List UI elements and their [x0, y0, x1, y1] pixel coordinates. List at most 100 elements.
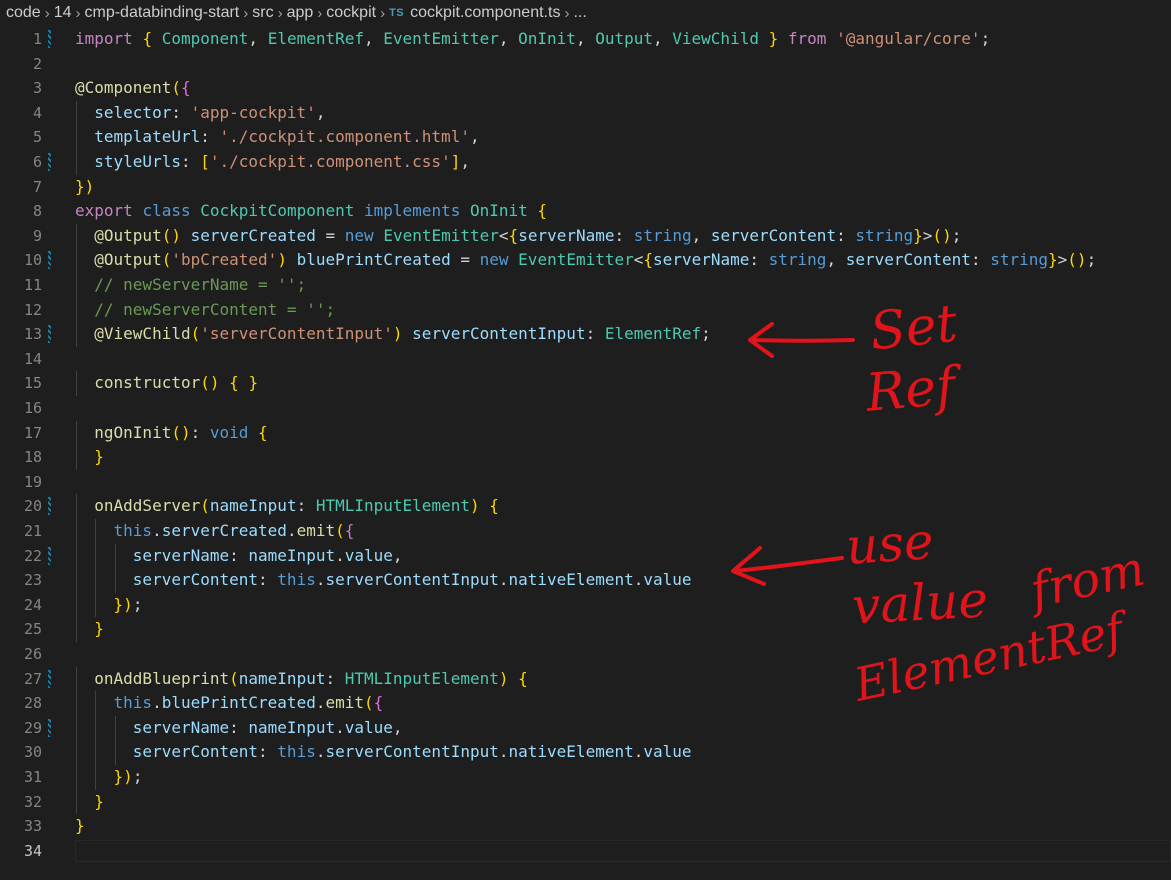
- modified-line-indicator[interactable]: [48, 669, 51, 688]
- code-text[interactable]: @Output('bpCreated') bluePrintCreated = …: [75, 248, 1096, 273]
- modified-line-indicator[interactable]: [48, 546, 51, 565]
- modified-line-indicator[interactable]: [48, 153, 51, 171]
- breadcrumb-item-project[interactable]: cmp-databinding-start: [85, 4, 240, 22]
- code-line[interactable]: 9 @Output() serverCreated = new EventEmi…: [0, 223, 1171, 249]
- code-line[interactable]: 33}: [0, 814, 1171, 839]
- code-text[interactable]: @Output() serverCreated = new EventEmitt…: [75, 224, 961, 249]
- code-text[interactable]: styleUrls: ['./cockpit.component.css'],: [75, 150, 470, 175]
- modified-line-indicator[interactable]: [48, 30, 51, 48]
- line-number[interactable]: 22: [0, 544, 42, 569]
- code-text[interactable]: serverName: nameInput.value,: [75, 544, 403, 569]
- breadcrumb-item-src[interactable]: src: [252, 4, 273, 22]
- code-line[interactable]: 29 serverName: nameInput.value,: [0, 715, 1171, 741]
- line-number[interactable]: 12: [0, 298, 42, 323]
- code-text[interactable]: this.serverCreated.emit({: [75, 519, 355, 544]
- code-line[interactable]: 2: [0, 52, 1171, 77]
- line-number[interactable]: 8: [0, 199, 42, 224]
- code-line[interactable]: 20 onAddServer(nameInput: HTMLInputEleme…: [0, 494, 1171, 519]
- code-text[interactable]: }): [75, 175, 94, 200]
- code-text[interactable]: @Component({: [75, 76, 191, 101]
- line-number[interactable]: 25: [0, 617, 42, 642]
- code-text[interactable]: }: [75, 445, 104, 470]
- modified-line-indicator[interactable]: [48, 325, 51, 344]
- code-text[interactable]: constructor() { }: [75, 371, 258, 396]
- code-line[interactable]: 13 @ViewChild('serverContentInput') serv…: [0, 322, 1171, 347]
- line-number[interactable]: 31: [0, 765, 42, 790]
- line-number[interactable]: 28: [0, 691, 42, 716]
- code-line[interactable]: 32 }: [0, 789, 1171, 815]
- code-text[interactable]: selector: 'app-cockpit',: [75, 101, 325, 126]
- line-number[interactable]: 29: [0, 716, 42, 741]
- line-number[interactable]: 30: [0, 740, 42, 765]
- line-number[interactable]: 3: [0, 76, 42, 101]
- modified-line-indicator[interactable]: [48, 251, 51, 270]
- code-line[interactable]: 15 constructor() { }: [0, 371, 1171, 396]
- code-line[interactable]: 3 @Component({: [0, 76, 1171, 101]
- code-line[interactable]: 23 serverContent: this.serverContentInpu…: [0, 568, 1171, 593]
- line-number[interactable]: 13: [0, 322, 42, 347]
- line-number[interactable]: 4: [0, 101, 42, 126]
- code-line[interactable]: 12 // newServerContent = '';: [0, 297, 1171, 323]
- line-number[interactable]: 16: [0, 396, 42, 421]
- code-editor[interactable]: 1 import { Component, ElementRef, EventEm…: [0, 26, 1171, 880]
- code-text[interactable]: }: [75, 617, 104, 642]
- code-line[interactable]: 17 ngOnInit(): void {: [0, 420, 1171, 446]
- code-text[interactable]: onAddServer(nameInput: HTMLInputElement)…: [75, 494, 499, 519]
- line-number[interactable]: 18: [0, 445, 42, 470]
- breadcrumb-item-cockpit[interactable]: cockpit: [326, 4, 376, 22]
- code-text[interactable]: });: [75, 765, 143, 790]
- code-line[interactable]: 16: [0, 396, 1171, 421]
- code-line[interactable]: 5 templateUrl: './cockpit.component.html…: [0, 125, 1171, 150]
- line-number[interactable]: 9: [0, 224, 42, 249]
- code-text[interactable]: this.bluePrintCreated.emit({: [75, 691, 384, 716]
- code-text[interactable]: onAddBlueprint(nameInput: HTMLInputEleme…: [75, 667, 528, 692]
- code-text[interactable]: serverContent: this.serverContentInput.n…: [75, 568, 692, 593]
- code-text[interactable]: import { Component, ElementRef, EventEmi…: [75, 27, 990, 52]
- line-number[interactable]: 19: [0, 470, 42, 495]
- line-number[interactable]: 15: [0, 371, 42, 396]
- code-line[interactable]: 1 import { Component, ElementRef, EventEm…: [0, 27, 1171, 52]
- breadcrumb-ellipsis[interactable]: ...: [573, 4, 586, 22]
- code-text[interactable]: }: [75, 790, 104, 815]
- code-line[interactable]: 34: [0, 839, 1171, 864]
- code-line[interactable]: 8 export class CockpitComponent implement…: [0, 199, 1171, 224]
- line-number[interactable]: 34: [0, 839, 42, 864]
- line-number[interactable]: 7: [0, 175, 42, 200]
- code-line[interactable]: 4 selector: 'app-cockpit',: [0, 100, 1171, 126]
- breadcrumb-item-code[interactable]: code: [6, 4, 41, 22]
- code-text[interactable]: });: [75, 593, 143, 618]
- code-line[interactable]: 31 });: [0, 765, 1171, 790]
- line-number[interactable]: 26: [0, 642, 42, 667]
- code-line[interactable]: 21 this.serverCreated.emit({: [0, 519, 1171, 544]
- line-number[interactable]: 5: [0, 125, 42, 150]
- code-line[interactable]: 30 serverContent: this.serverContentInpu…: [0, 740, 1171, 765]
- code-text[interactable]: templateUrl: './cockpit.component.html',: [75, 125, 479, 150]
- code-text[interactable]: export class CockpitComponent implements…: [75, 199, 547, 224]
- line-number[interactable]: 23: [0, 568, 42, 593]
- code-line[interactable]: 11 // newServerName = '';: [0, 273, 1171, 298]
- code-line[interactable]: 22 serverName: nameInput.value,: [0, 543, 1171, 569]
- code-text[interactable]: // newServerContent = '';: [75, 298, 335, 323]
- breadcrumb-item-app[interactable]: app: [287, 4, 314, 22]
- line-number[interactable]: 24: [0, 593, 42, 618]
- breadcrumb-item-14[interactable]: 14: [54, 4, 72, 22]
- line-number[interactable]: 11: [0, 273, 42, 298]
- line-number[interactable]: 21: [0, 519, 42, 544]
- line-number[interactable]: 10: [0, 248, 42, 273]
- line-number[interactable]: 32: [0, 790, 42, 815]
- code-text[interactable]: @ViewChild('serverContentInput') serverC…: [75, 322, 711, 347]
- code-line[interactable]: 18 }: [0, 445, 1171, 470]
- line-number[interactable]: 20: [0, 494, 42, 519]
- breadcrumb-item-file[interactable]: cockpit.component.ts: [410, 4, 560, 22]
- code-line[interactable]: 7}): [0, 175, 1171, 200]
- code-text[interactable]: serverContent: this.serverContentInput.n…: [75, 740, 692, 765]
- code-line[interactable]: 10 @Output('bpCreated') bluePrintCreated…: [0, 248, 1171, 273]
- code-line[interactable]: 24 });: [0, 592, 1171, 618]
- line-number[interactable]: 6: [0, 150, 42, 175]
- line-number[interactable]: 1: [0, 27, 42, 52]
- modified-line-indicator[interactable]: [48, 718, 51, 737]
- code-line[interactable]: 19: [0, 470, 1171, 495]
- code-text[interactable]: // newServerName = '';: [75, 273, 306, 298]
- line-number[interactable]: 2: [0, 52, 42, 77]
- code-text[interactable]: }: [75, 814, 85, 839]
